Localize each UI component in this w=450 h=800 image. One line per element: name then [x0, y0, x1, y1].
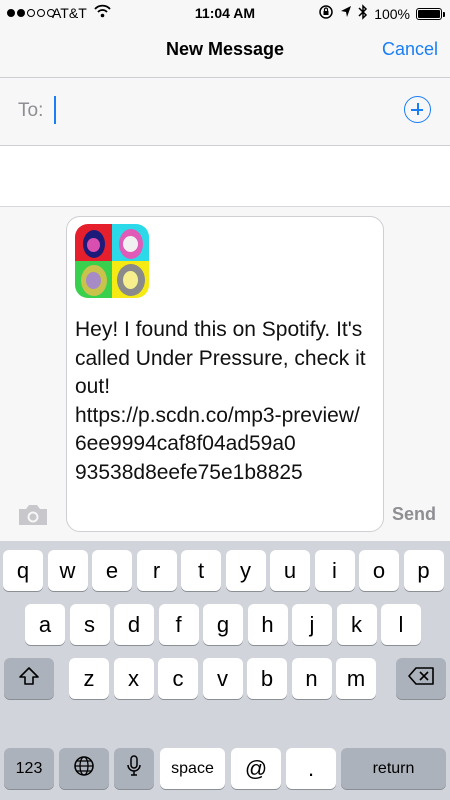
space-key[interactable]: space: [160, 748, 225, 789]
key-x[interactable]: x: [113, 658, 154, 699]
key-u[interactable]: u: [270, 550, 310, 591]
keyboard: qwertyuiop asdfghjkl zxcvbnm 123 space @…: [0, 541, 450, 800]
keyboard-row-2: asdfghjkl: [0, 604, 450, 654]
keyboard-row-4: 123 space @ . return: [0, 748, 450, 798]
key-c[interactable]: c: [158, 658, 198, 699]
period-key[interactable]: .: [286, 748, 336, 789]
at-key[interactable]: @: [231, 748, 281, 789]
status-bar: AT&T 11:04 AM 100%: [0, 0, 450, 28]
key-y[interactable]: y: [225, 550, 266, 591]
shift-key[interactable]: [4, 658, 54, 699]
text-cursor: [54, 96, 56, 124]
new-message-screen: AT&T 11:04 AM 100% New Message Cancel To…: [0, 0, 450, 800]
globe-key[interactable]: [59, 748, 109, 789]
shift-icon: [18, 666, 40, 692]
key-q[interactable]: q: [3, 550, 43, 591]
to-label: To:: [18, 100, 44, 121]
battery-icon: [416, 7, 445, 20]
recipient-input[interactable]: [52, 96, 382, 126]
delete-icon: [407, 666, 435, 692]
key-d[interactable]: d: [114, 604, 154, 645]
key-k[interactable]: k: [336, 604, 377, 645]
key-r[interactable]: r: [136, 550, 177, 591]
key-t[interactable]: t: [181, 550, 221, 591]
key-g[interactable]: g: [203, 604, 243, 645]
numbers-key[interactable]: 123: [4, 748, 54, 789]
navigation-area: AT&T 11:04 AM 100% New Message Cancel: [0, 0, 450, 78]
key-a[interactable]: a: [25, 604, 65, 645]
dictation-key[interactable]: [114, 748, 154, 789]
microphone-icon: [126, 754, 142, 784]
delete-key[interactable]: [396, 658, 446, 699]
key-n[interactable]: n: [291, 658, 332, 699]
key-e[interactable]: e: [92, 550, 132, 591]
key-o[interactable]: o: [359, 550, 399, 591]
keyboard-row-3: zxcvbnm: [0, 658, 450, 708]
key-w[interactable]: w: [47, 550, 88, 591]
key-p[interactable]: p: [403, 550, 444, 591]
orientation-lock-icon: [318, 4, 334, 23]
send-button[interactable]: Send: [392, 504, 436, 525]
message-text: Hey! I found this on Spotify. It's calle…: [75, 318, 366, 484]
key-i[interactable]: i: [314, 550, 355, 591]
location-icon: [340, 5, 352, 22]
camera-icon[interactable]: [17, 503, 49, 532]
key-h[interactable]: h: [247, 604, 288, 645]
bluetooth-icon: [358, 4, 368, 23]
battery-percent: 100%: [374, 5, 410, 22]
key-v[interactable]: v: [202, 658, 243, 699]
globe-icon: [73, 755, 95, 783]
album-art-thumbnail: [75, 224, 149, 298]
key-m[interactable]: m: [336, 658, 376, 699]
key-f[interactable]: f: [158, 604, 199, 645]
recipient-row: To:: [0, 78, 450, 146]
conversation-area: [0, 147, 450, 207]
key-l[interactable]: l: [381, 604, 421, 645]
return-key[interactable]: return: [341, 748, 446, 789]
key-z[interactable]: z: [69, 658, 109, 699]
key-s[interactable]: s: [69, 604, 110, 645]
key-j[interactable]: j: [292, 604, 332, 645]
add-contact-button[interactable]: [404, 96, 431, 123]
cancel-button[interactable]: Cancel: [382, 39, 438, 60]
keyboard-row-1: qwertyuiop: [0, 550, 450, 600]
key-b[interactable]: b: [247, 658, 287, 699]
